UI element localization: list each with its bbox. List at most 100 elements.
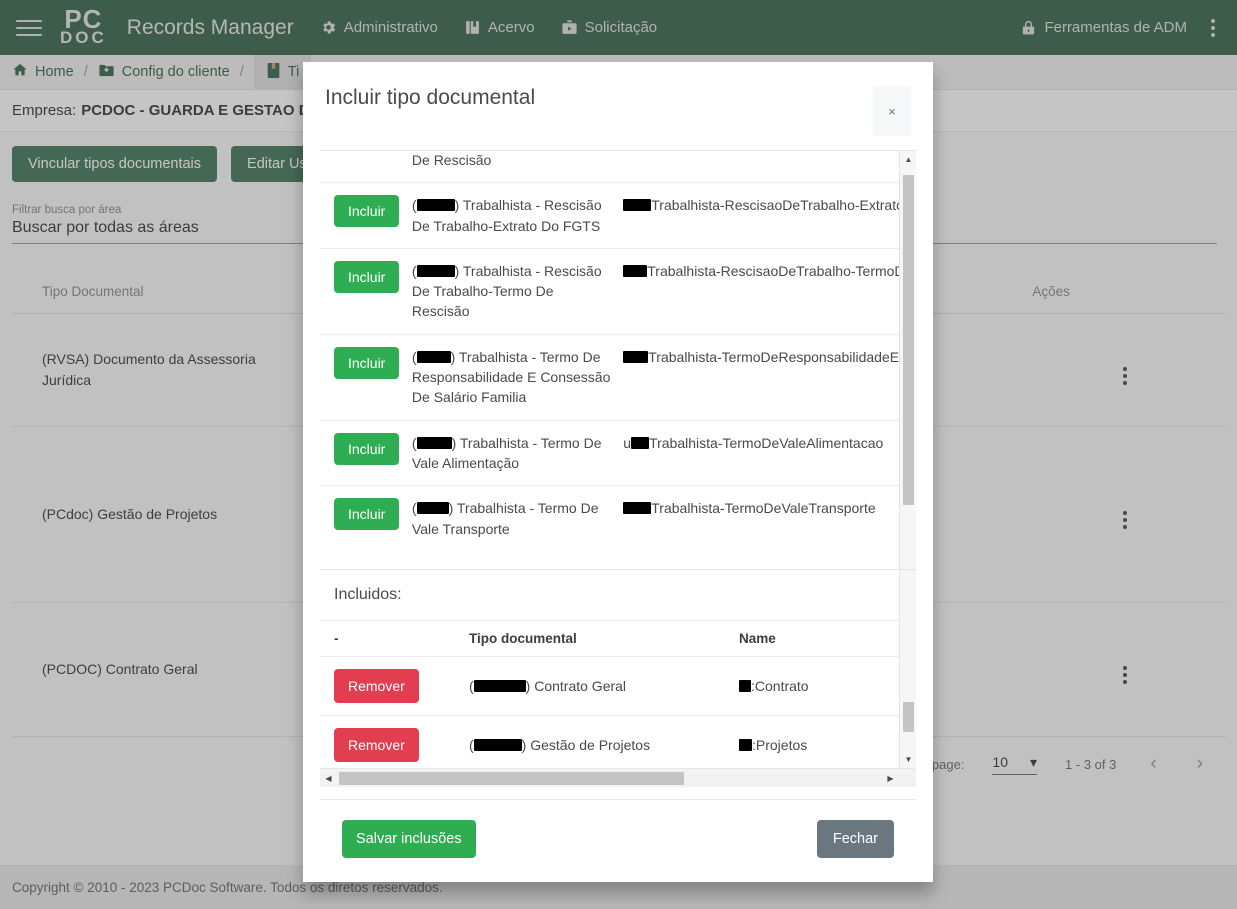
nav-label-solicitacao: Solicitação: [584, 19, 658, 36]
cell-action: Incluir: [320, 420, 406, 487]
brand-line-2: DOC: [60, 28, 107, 48]
cell-acoes: [1002, 426, 1225, 603]
redaction-bar: [473, 680, 526, 692]
paginator-range: 1 - 3 of 3: [1065, 756, 1117, 772]
row-actions-kebab-icon[interactable]: [1122, 366, 1127, 385]
row-actions-kebab-icon[interactable]: [1122, 511, 1127, 529]
list-item[interactable]: Incluir () Trabalhista - Rescisão De Tra…: [320, 248, 900, 335]
briefcase-play-icon: [561, 19, 578, 36]
cell-acoes: [1002, 602, 1225, 737]
cell-name: Trabalhista-TermoDeValeTransporte: [617, 486, 900, 551]
table-row[interactable]: Remover () Contrato Geral :Contrato: [320, 656, 916, 716]
vertical-scrollbar[interactable]: ▲: [899, 151, 916, 569]
app-header: PC DOC Records Manager Administrativo Ac…: [0, 0, 1237, 55]
table-row[interactable]: Remover () Gestão de Projetos :Projetos: [320, 715, 916, 768]
remover-button[interactable]: Remover: [334, 728, 419, 762]
included-types-table: - Tipo documental Name Remover () Contra…: [320, 620, 916, 768]
horizontal-scrollbar[interactable]: ◀ ▶: [320, 768, 916, 787]
cell-tipo: () Trabalhista - Termo De Vale Alimentaç…: [405, 420, 618, 487]
kebab-menu-icon[interactable]: [1205, 15, 1221, 41]
triangle-up-icon[interactable]: ▲: [900, 151, 916, 168]
breadcrumb-item-config[interactable]: Config do cliente: [98, 63, 230, 82]
available-types-scroll-area: De Rescisão Incluir () Trabalhista - Res…: [320, 151, 916, 570]
cell-name: :Contrato: [725, 656, 916, 716]
included-vertical-scrollbar[interactable]: ▼: [899, 570, 916, 768]
redaction-bar: [416, 350, 451, 363]
tipo-label: ) Gestão de Projetos: [521, 737, 651, 753]
vertical-scrollbar-thumb[interactable]: [903, 175, 914, 505]
list-item-partial[interactable]: De Rescisão: [320, 151, 900, 184]
tipo-label: ) Contrato Geral: [525, 678, 627, 694]
cell-acoes: [1002, 313, 1225, 427]
cell-name: u Trabalhista-TermoDeValeAlimentacao: [617, 420, 900, 487]
included-header-tipo: Tipo documental: [455, 620, 725, 657]
cell-tipo: () Contrato Geral: [455, 656, 725, 716]
app-header-right: Ferramentas de ADM: [1020, 15, 1221, 41]
cell-tipo: () Trabalhista - Rescisão De Trabalho-Ex…: [405, 182, 618, 249]
name-label: Trabalhista-TermoDeResponsabilidadeECons…: [648, 348, 900, 365]
name-label: Trabalhista-TermoDeValeAlimentacao: [649, 434, 884, 451]
row-actions-kebab-icon[interactable]: [1122, 666, 1127, 684]
name-label: Trabalhista-TermoDeValeTransporte: [651, 500, 876, 517]
redaction-bar: [416, 199, 455, 212]
salvar-inclusoes-button[interactable]: Salvar inclusões: [342, 820, 476, 858]
admin-tools-button[interactable]: Ferramentas de ADM: [1020, 19, 1187, 37]
incluir-button[interactable]: Incluir: [334, 260, 400, 293]
list-item[interactable]: Incluir () Trabalhista - Rescisão De Tra…: [320, 182, 900, 249]
incluir-tipo-documental-dialog: Incluir tipo documental × De Rescisão In…: [303, 62, 933, 882]
items-per-page-select[interactable]: 10 ▾: [992, 754, 1038, 775]
nav-item-acervo[interactable]: Acervo: [464, 19, 535, 36]
cut-off-label: De Rescisão: [411, 152, 492, 168]
hamburger-icon[interactable]: [16, 18, 42, 38]
cell-tipo: () Gestão de Projetos: [455, 715, 725, 768]
triangle-left-icon[interactable]: ◀: [320, 769, 337, 788]
chevron-right-icon[interactable]: ›: [1191, 753, 1209, 775]
close-icon[interactable]: ×: [873, 86, 911, 136]
cell-name: Trabalhista-TermoDeResponsabilidadeECons…: [617, 334, 900, 421]
nav-item-administrativo[interactable]: Administrativo: [320, 19, 438, 36]
incluir-button[interactable]: Incluir: [334, 432, 400, 465]
incluir-button[interactable]: Incluir: [334, 195, 400, 228]
breadcrumb-label-ti: Ti: [287, 64, 300, 80]
breadcrumb-separator: /: [83, 64, 88, 80]
redaction-bar: [631, 436, 650, 449]
cell-name: Trabalhista-RescisaoDeTrabalho-ExtratoDo…: [617, 182, 900, 249]
redaction-bar: [623, 199, 652, 212]
incluir-button[interactable]: Incluir: [334, 346, 400, 379]
cell-action: Remover: [320, 715, 455, 768]
nav-item-solicitacao[interactable]: Solicitação: [561, 19, 658, 36]
redaction-bar: [739, 680, 751, 692]
header-acoes: Ações: [1002, 274, 1225, 314]
incluir-button[interactable]: Incluir: [334, 498, 400, 531]
cell-tipo: (PCDOC) Contrato Geral: [12, 602, 280, 737]
cell-action: Incluir: [320, 486, 406, 551]
breadcrumb-label-home: Home: [35, 64, 74, 80]
triangle-down-icon[interactable]: ▼: [900, 751, 916, 768]
remover-button[interactable]: Remover: [334, 669, 419, 703]
included-header-action: -: [320, 620, 455, 657]
redaction-bar: [739, 739, 752, 751]
triangle-right-icon[interactable]: ▶: [882, 769, 899, 788]
list-item[interactable]: Incluir () Trabalhista - Termo De Vale T…: [320, 486, 900, 551]
list-item[interactable]: Incluir () Trabalhista - Termo De Vale A…: [320, 420, 900, 487]
vincular-tipos-documentais-button[interactable]: Vincular tipos documentais: [12, 146, 218, 182]
breadcrumb-item-home[interactable]: Home: [12, 62, 74, 82]
included-header-name: Name: [725, 620, 916, 657]
breadcrumb-label-config: Config do cliente: [121, 64, 230, 80]
folder-plus-icon: [98, 63, 115, 82]
available-types-table: De Rescisão Incluir () Trabalhista - Res…: [320, 151, 900, 551]
admin-tools-label: Ferramentas de ADM: [1044, 19, 1187, 36]
redaction-bar: [473, 739, 522, 751]
name-label: :Projetos: [752, 737, 808, 753]
fechar-button[interactable]: Fechar: [816, 820, 894, 858]
list-item[interactable]: Incluir () Trabalhista - Termo De Respon…: [320, 334, 900, 421]
available-types-viewport: De Rescisão Incluir () Trabalhista - Res…: [320, 151, 900, 569]
included-header-row: - Tipo documental Name: [320, 620, 916, 657]
included-title: Incluidos:: [334, 586, 402, 603]
redaction-bar: [416, 436, 452, 449]
lock-icon: [1020, 19, 1037, 37]
horizontal-scrollbar-thumb[interactable]: [339, 772, 684, 785]
included-scrollbar-thumb[interactable]: [903, 702, 914, 732]
chevron-left-icon[interactable]: ‹: [1144, 753, 1162, 775]
cell-tipo: () Trabalhista - Termo De Vale Transport…: [411, 500, 599, 537]
